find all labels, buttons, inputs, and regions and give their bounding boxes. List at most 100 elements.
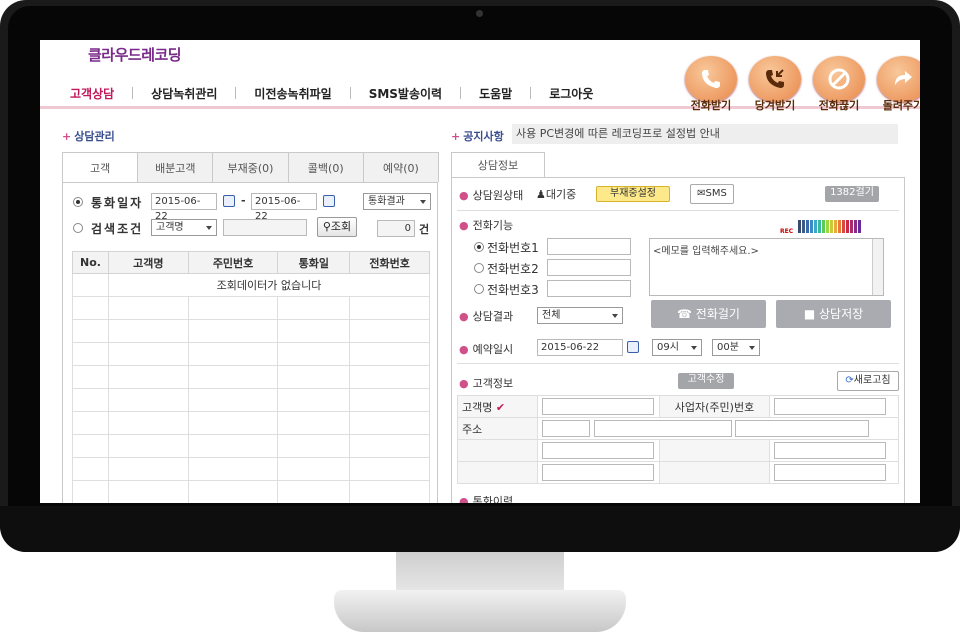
phone-2-input[interactable] [547, 259, 631, 276]
search-condition-label: 검색조건 [91, 222, 144, 236]
phone-hangup-button[interactable]: 전화끊기 [808, 54, 868, 114]
tab-assigned-customer[interactable]: 배분고객 [137, 152, 214, 182]
zipcode-input[interactable] [542, 420, 590, 437]
camera-icon [476, 10, 483, 17]
nav-divider [349, 87, 351, 99]
extra-input-2[interactable] [774, 442, 886, 459]
nav-sms-history[interactable]: SMS발송이력 [361, 85, 450, 102]
extra-input-1[interactable] [542, 442, 654, 459]
condition-select[interactable]: 고객명 [151, 219, 217, 236]
date-to-input[interactable]: 2015-06-22 [251, 193, 317, 222]
absent-setting-button[interactable]: 부재중설정 [596, 186, 670, 202]
reservation-date-input[interactable]: 2015-06-22 [537, 339, 623, 356]
person-icon: ♟ [536, 188, 546, 201]
condition-input[interactable] [223, 219, 307, 236]
nav-divider [235, 87, 237, 99]
customer-table: No. 고객명 주민번호 통화일 전화번호 조회데이터가 없습니다 [72, 251, 431, 503]
phone-1-label: 전화번호1 [487, 241, 539, 255]
nav-divider [132, 87, 134, 99]
result-count: 0 [377, 220, 415, 237]
biz-number-label: 사업자(주민)번호 [659, 395, 770, 418]
customer-info-label: ● 고객정보 [459, 377, 514, 390]
table-row [72, 480, 430, 503]
dial-counter-button[interactable]: 1382걸기 [825, 186, 879, 202]
radio-call-date[interactable] [73, 197, 83, 207]
sms-button[interactable]: ✉SMS [690, 184, 734, 204]
count-unit: 건 [419, 223, 430, 236]
phone-dial-icon: ☎ [677, 307, 692, 321]
phone-transfer-button[interactable]: 돌려주기 [872, 54, 920, 114]
radio-search-condition[interactable] [73, 223, 83, 233]
table-row [72, 365, 430, 389]
call-control-buttons: 전화받기 당겨받기 전화끊기 돌려주기 [680, 54, 920, 114]
divider [457, 363, 899, 364]
nav-divider [460, 87, 462, 99]
nav-record-manage[interactable]: 상담녹취관리 [143, 85, 225, 102]
tab-consult-info[interactable]: 상담정보 [451, 152, 545, 178]
address-label: 주소 [457, 417, 538, 440]
customer-name-input[interactable] [542, 398, 654, 415]
nav-unsent-files[interactable]: 미전송녹취파일 [246, 85, 339, 102]
col-header-call-date[interactable]: 통화일 [277, 251, 351, 274]
dial-call-button[interactable]: ☎ 전화걸기 [651, 300, 766, 328]
memo-textarea[interactable]: <메모를 입력해주세요.> [649, 238, 884, 296]
search-icon: ⚲ [322, 220, 331, 233]
phone-receive-button[interactable]: 전화받기 [680, 54, 740, 114]
phone-3-input[interactable] [547, 280, 631, 297]
col-header-name[interactable]: 고객명 [107, 251, 189, 274]
rec-label: REC [780, 228, 794, 235]
notice-banner[interactable]: 사용 PC변경에 따른 레코딩프로 설정법 안내 [512, 124, 898, 144]
radio-phone-3[interactable] [474, 284, 484, 294]
tab-missed[interactable]: 부재중(0) [212, 152, 289, 182]
divider [457, 210, 899, 211]
tab-customer[interactable]: 고객 [62, 152, 139, 183]
calendar-icon[interactable] [223, 195, 235, 207]
tab-reservation[interactable]: 예약(0) [362, 152, 440, 182]
date-range-separator: - [241, 194, 246, 207]
biz-number-input[interactable] [774, 398, 886, 415]
phone-3-label: 전화번호3 [487, 283, 539, 297]
refresh-icon: ⟳ [845, 375, 854, 386]
phone-2-label: 전화번호2 [487, 262, 539, 276]
tab-callback[interactable]: 콜백(0) [287, 152, 364, 182]
col-header-phone[interactable]: 전화번호 [349, 251, 430, 274]
nav-consult[interactable]: 고객상담 [62, 85, 122, 102]
reservation-hour-select[interactable]: 09시 [652, 339, 702, 356]
calendar-icon[interactable] [323, 195, 335, 207]
call-result-select[interactable]: 통화결과 [363, 193, 431, 210]
reservation-minute-select[interactable]: 00분 [712, 339, 760, 356]
phone-transfer-icon [895, 71, 912, 85]
nav-logout[interactable]: 로그아웃 [541, 85, 601, 102]
top-navigation: 고객상담 상담녹취관리 미전송녹취파일 SMS발송이력 도움말 로그아웃 [62, 84, 601, 102]
phone-function-label: ● 전화기능 [459, 219, 514, 232]
monitor-chin [0, 506, 960, 552]
audio-level-meter [798, 220, 862, 233]
table-row [72, 273, 109, 297]
edit-customer-button[interactable]: 고객수정 [678, 373, 734, 389]
phone-hangup-icon [828, 68, 850, 90]
app-screen: 클라우드레코딩 고객상담 상담녹취관리 미전송녹취파일 SMS발송이력 도움말 … [40, 40, 920, 503]
address-input-2[interactable] [735, 420, 869, 437]
phone-pickup-icon [766, 69, 784, 88]
col-header-no[interactable]: No. [72, 251, 109, 274]
extra-input-4[interactable] [774, 464, 886, 481]
nav-help[interactable]: 도움말 [471, 85, 520, 102]
phone-1-input[interactable] [547, 238, 631, 255]
consult-manage-title: + 상담관리 [62, 130, 115, 143]
search-button[interactable]: ⚲조회 [317, 217, 357, 237]
notice-title: + 공지사항 [451, 130, 504, 143]
save-consult-button[interactable]: ■ 상담저장 [776, 300, 891, 328]
col-header-ssn[interactable]: 주민번호 [187, 251, 279, 274]
phone-pickup-button[interactable]: 당겨받기 [744, 54, 804, 114]
extra-input-3[interactable] [542, 464, 654, 481]
radio-phone-2[interactable] [474, 263, 484, 273]
refresh-button[interactable]: ⟳새로고침 [837, 371, 899, 391]
consult-result-label: ● 상담결과 [459, 310, 514, 323]
consult-result-select[interactable]: 전체 [537, 307, 623, 324]
brand-logo: 클라우드레코딩 [88, 46, 182, 64]
memo-scrollbar[interactable] [872, 239, 883, 295]
calendar-icon[interactable] [627, 341, 639, 353]
radio-phone-1[interactable] [474, 242, 484, 252]
address-input-1[interactable] [593, 420, 732, 437]
date-from-input[interactable]: 2015-06-22 [151, 193, 217, 222]
